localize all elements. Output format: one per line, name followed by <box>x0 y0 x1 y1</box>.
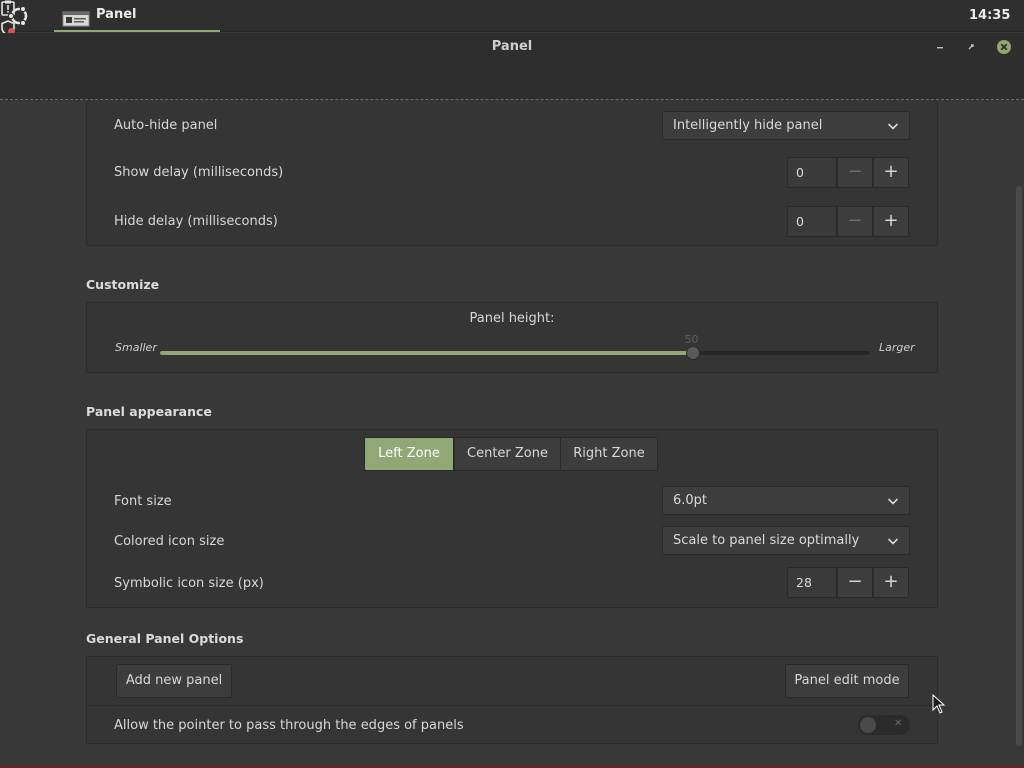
pointer-pass-toggle[interactable]: ✕ <box>858 715 910 735</box>
symbolic-icon-increment-button[interactable]: + <box>873 567 909 598</box>
autohide-label: Auto-hide panel <box>114 118 218 133</box>
window-icon <box>62 11 90 27</box>
show-delay-spinner: 0 − + <box>787 157 910 188</box>
hide-delay-input[interactable]: 0 <box>787 206 837 237</box>
top-panel: Panel 14:35 <box>0 0 1024 74</box>
taskbar-button-label: Panel <box>96 7 137 22</box>
colored-icon-label: Colored icon size <box>114 534 225 549</box>
restore-icon[interactable] <box>963 39 979 55</box>
toggle-knob <box>860 717 876 733</box>
add-new-panel-button[interactable]: Add new panel <box>116 664 232 698</box>
minimize-icon[interactable] <box>932 39 948 55</box>
slider-value-label: 50 <box>684 333 699 346</box>
window-title: Panel <box>491 39 533 54</box>
clock[interactable]: 14:35 <box>969 8 1010 23</box>
symbolic-icon-decrement-button[interactable]: − <box>837 567 873 598</box>
font-size-dropdown[interactable]: 6.0pt <box>662 486 910 515</box>
hide-delay-decrement-button[interactable]: − <box>837 206 873 237</box>
tab-right-zone[interactable]: Right Zone <box>560 437 658 471</box>
show-delay-increment-button[interactable]: + <box>873 157 909 188</box>
chevron-down-icon <box>887 495 899 507</box>
panel-edit-mode-button[interactable]: Panel edit mode <box>785 664 909 698</box>
show-delay-input[interactable]: 0 <box>787 157 837 188</box>
scrollbar[interactable] <box>1016 186 1022 746</box>
tab-left-zone[interactable]: Left Zone <box>364 437 454 471</box>
colored-icon-value: Scale to panel size optimally <box>673 533 860 548</box>
taskbar-button-panel[interactable]: Panel <box>54 0 220 32</box>
general-section-title: General Panel Options <box>86 631 244 646</box>
appearance-section-title: Panel appearance <box>86 404 212 419</box>
slider-handle[interactable] <box>685 346 700 360</box>
show-delay-decrement-button[interactable]: − <box>837 157 873 188</box>
hide-delay-label: Hide delay (milliseconds) <box>114 214 278 229</box>
symbolic-icon-label: Symbolic icon size (px) <box>114 576 264 591</box>
customize-section-title: Customize <box>86 277 160 292</box>
autohide-dropdown[interactable]: Intelligently hide panel <box>662 111 910 140</box>
panel-height-slider[interactable] <box>160 351 870 355</box>
panel-height-label: Panel height: <box>469 311 555 326</box>
symbolic-icon-input[interactable]: 28 <box>787 567 837 598</box>
font-size-label: Font size <box>114 494 172 509</box>
slider-min-label: Smaller <box>115 341 157 354</box>
tab-center-zone[interactable]: Center Zone <box>454 437 561 471</box>
chevron-down-icon <box>887 120 899 132</box>
symbolic-icon-spinner: 28 − + <box>787 567 910 598</box>
font-size-value: 6.0pt <box>673 493 708 508</box>
show-delay-label: Show delay (milliseconds) <box>114 165 284 180</box>
chevron-down-icon <box>887 535 899 547</box>
close-icon[interactable] <box>996 39 1012 55</box>
colored-icon-dropdown[interactable]: Scale to panel size optimally <box>662 526 910 555</box>
hide-delay-increment-button[interactable]: + <box>873 206 909 237</box>
window-header: Panel <box>0 33 1024 100</box>
mouse-pointer-icon <box>932 693 946 714</box>
ubuntu-logo-icon[interactable] <box>7 5 31 27</box>
toggle-off-icon: ✕ <box>894 718 903 729</box>
behavior-card: Auto-hide panel Intelligently hide panel… <box>86 101 938 246</box>
customize-card: Panel height: Smaller Larger <box>86 302 938 373</box>
hide-delay-spinner: 0 − + <box>787 206 910 237</box>
settings-content: Auto-hide panel Intelligently hide panel… <box>0 101 1024 768</box>
pointer-pass-label: Allow the pointer to pass through the ed… <box>114 718 464 733</box>
autohide-value: Intelligently hide panel <box>673 118 823 133</box>
slider-max-label: Larger <box>879 341 915 354</box>
divider <box>87 705 937 706</box>
slider-fill <box>160 351 693 355</box>
